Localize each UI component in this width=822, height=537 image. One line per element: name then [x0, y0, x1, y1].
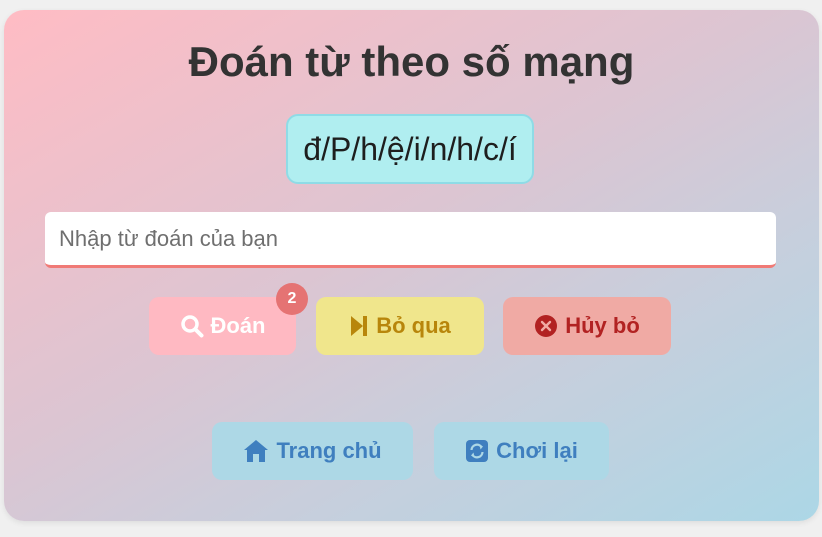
skip-button-label: Bỏ qua [376, 313, 451, 338]
cancel-button-label: Hủy bỏ [565, 313, 640, 338]
home-button-label: Trang chủ [276, 438, 382, 463]
search-icon [180, 314, 204, 338]
guess-button-label: Đoán [210, 313, 266, 338]
page-title: Đoán từ theo số mạng [188, 38, 635, 85]
cancel-button[interactable]: Hủy bỏ [503, 297, 671, 355]
guess-input[interactable] [45, 212, 776, 268]
word-clue: đ/P/h/ệ/i/n/h/c/í [286, 114, 534, 184]
sync-icon [465, 439, 489, 463]
skip-button[interactable]: Bỏ qua [316, 297, 484, 355]
times-circle-icon [534, 314, 558, 338]
step-forward-icon [349, 314, 369, 338]
game-card: Đoán từ theo số mạng đ/P/h/ệ/i/n/h/c/í Đ… [4, 10, 819, 521]
home-button[interactable]: Trang chủ [212, 422, 413, 480]
replay-button-label: Chơi lại [496, 438, 578, 463]
attempts-badge: 2 [276, 283, 308, 315]
home-icon [243, 439, 269, 463]
replay-button[interactable]: Chơi lại [434, 422, 609, 480]
guess-button[interactable]: Đoán [149, 297, 296, 355]
